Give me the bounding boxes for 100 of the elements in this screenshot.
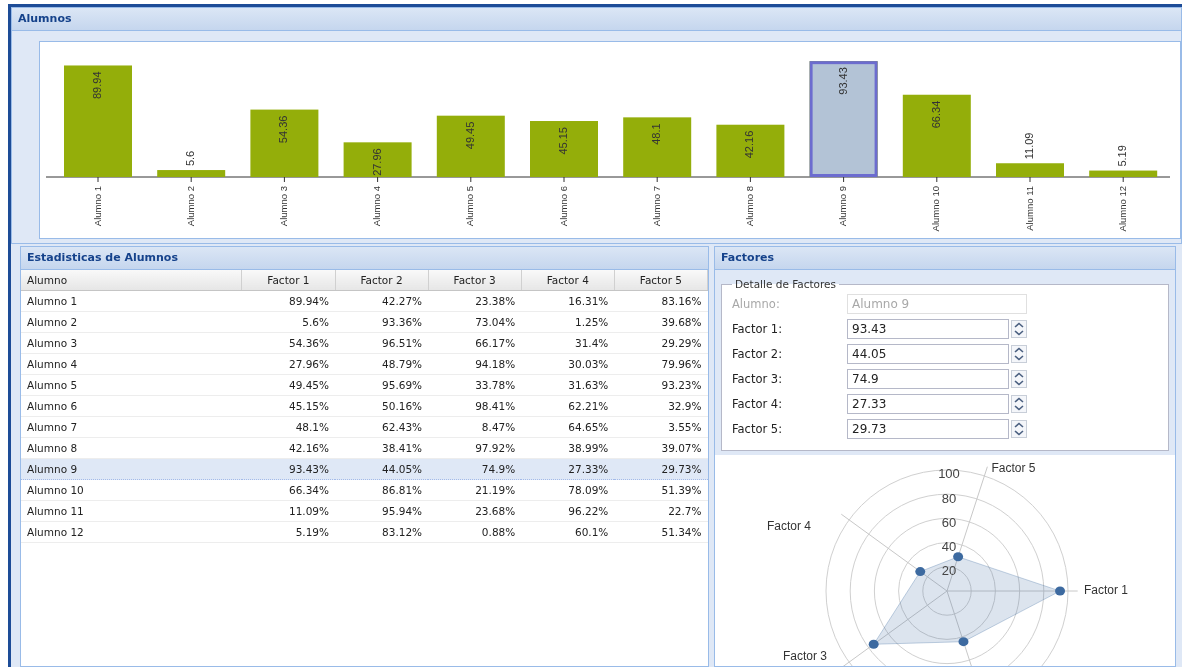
axis-label: Alumno 9	[837, 186, 849, 227]
table-row[interactable]: Alumno 9 93.43% 44.05% 74.9% 27.33% 29.73%	[21, 458, 708, 480]
field-label: Alumno:	[732, 297, 781, 311]
value-label: 42.16	[743, 130, 756, 159]
value-label: 66.34	[929, 100, 942, 129]
value-label: 89.94	[90, 71, 103, 99]
column-header[interactable]: Factor 2	[335, 270, 429, 291]
table-cell: 54.36%	[241, 332, 335, 354]
table-cell: 64.65%	[521, 416, 615, 438]
value-label: 5.19	[1116, 145, 1129, 167]
table-cell: 33.78%	[428, 374, 522, 396]
bar	[1089, 170, 1158, 177]
bar	[623, 117, 692, 177]
table-cell: 98.41%	[428, 395, 522, 417]
axis-label: Alumno 8	[743, 186, 755, 227]
table-cell: 29.29%	[614, 332, 708, 354]
column-header[interactable]: Factor 1	[241, 270, 335, 291]
input-field[interactable]: 93.43	[847, 319, 1009, 339]
table-row[interactable]: Alumno 5 49.45% 95.69% 33.78% 31.63% 93.23%	[21, 374, 708, 396]
table-cell: 8.47%	[428, 416, 522, 438]
table-row[interactable]: Alumno 1 89.94% 42.27% 23.38% 16.31% 83.16%	[21, 290, 708, 312]
table-row[interactable]: Alumno 3 54.36% 96.51% 66.17% 31.4% 29.29%	[21, 332, 708, 354]
axis-label: Alumno 3	[277, 186, 289, 227]
table-cell: 60.1%	[521, 521, 615, 543]
axis-label: Alumno 2	[184, 186, 196, 227]
axis-label: Alumno 1	[91, 186, 103, 227]
table-cell: 38.41%	[335, 437, 429, 459]
spinner-icon[interactable]	[1011, 395, 1027, 413]
column-header[interactable]: Factor 5	[614, 270, 708, 291]
input-field[interactable]: 29.73	[847, 419, 1009, 439]
table-cell: 3.55%	[614, 416, 708, 438]
table-row[interactable]: Alumno 11 11.09% 95.94% 23.68% 96.22% 22.7%	[21, 500, 708, 522]
table-cell: 89.94%	[241, 290, 335, 312]
table-cell: 83.12%	[335, 521, 429, 543]
value-label: 54.36	[277, 115, 290, 144]
table-cell: Alumno 8	[21, 437, 242, 459]
value-label: 5.6	[184, 150, 197, 167]
table-cell: 83.16%	[614, 290, 708, 312]
tick-mark	[843, 176, 845, 183]
table-row[interactable]: Alumno 12 5.19% 83.12% 0.88% 60.1% 51.34%	[21, 521, 708, 543]
table-cell: 32.9%	[614, 395, 708, 417]
ring-label: 60	[941, 514, 957, 530]
table-cell: Alumno 10	[21, 479, 242, 501]
bar	[157, 170, 226, 177]
table-row[interactable]: Alumno 10 66.34% 86.81% 21.19% 78.09% 51.39%	[21, 479, 708, 501]
table-cell: 66.17%	[428, 332, 522, 354]
table-cell: Alumno 3	[21, 332, 242, 354]
input-field: Alumno 9	[847, 294, 1027, 314]
table-cell: 0.88%	[428, 521, 522, 543]
table-cell: 38.99%	[521, 437, 615, 459]
value-label: 45.15	[556, 127, 569, 155]
table-cell: 95.94%	[335, 500, 429, 522]
table-cell: 73.04%	[428, 311, 522, 333]
table-cell: 86.81%	[335, 479, 429, 501]
value-label: 48.1	[650, 123, 663, 145]
spinner-icon[interactable]	[1011, 420, 1027, 438]
axis-label: Alumno 11	[1023, 186, 1035, 231]
table-cell: 97.92%	[428, 437, 522, 459]
input-field[interactable]: 74.9	[847, 369, 1009, 389]
spinner-icon[interactable]	[1011, 370, 1027, 388]
ring-label: 40	[941, 539, 957, 555]
table-cell: 5.6%	[241, 311, 335, 333]
table-row[interactable]: Alumno 7 48.1% 62.43% 8.47% 64.65% 3.55%	[21, 416, 708, 438]
field-label: Factor 3:	[732, 372, 784, 386]
axis-label: Factor 4	[767, 519, 811, 534]
table-cell: 50.16%	[335, 395, 429, 417]
column-header[interactable]: Factor 3	[428, 270, 522, 291]
table-row[interactable]: Alumno 8 42.16% 38.41% 97.92% 38.99% 39.07%	[21, 437, 708, 459]
table-cell: 42.16%	[241, 437, 335, 459]
column-header[interactable]: Alumno	[21, 270, 242, 291]
spinner-icon[interactable]	[1011, 345, 1027, 363]
axis-label: Alumno 6	[557, 186, 569, 227]
table-cell: Alumno 6	[21, 395, 242, 417]
spinner-icon[interactable]	[1011, 320, 1027, 338]
input-field[interactable]: 44.05	[847, 344, 1009, 364]
value-label: 11.09	[1022, 132, 1035, 160]
bar	[530, 121, 598, 177]
table-cell: 42.27%	[335, 290, 429, 312]
tick-mark	[283, 176, 285, 183]
table-cell: 44.05%	[335, 458, 429, 480]
table-row[interactable]: Alumno 4 27.96% 48.79% 94.18% 30.03% 79.96%	[21, 353, 708, 375]
table-row[interactable]: Alumno 2 5.6% 93.36% 73.04% 1.25% 39.68%	[21, 311, 708, 333]
column-header[interactable]: Factor 4	[521, 270, 615, 291]
table-cell: 16.31%	[521, 290, 615, 312]
table-cell: Alumno 5	[21, 374, 242, 396]
table-cell: 11.09%	[241, 500, 335, 522]
table-cell: 45.15%	[241, 395, 335, 417]
axis-label: Alumno 10	[930, 186, 942, 232]
field-label: Factor 1:	[732, 322, 784, 336]
panel-title: Alumnos	[12, 8, 1181, 31]
table-cell: 21.19%	[428, 479, 522, 501]
axis-label: Factor 1	[1084, 583, 1128, 598]
axis-label: Alumno 12	[1116, 186, 1128, 232]
table-cell: Alumno 4	[21, 353, 242, 375]
table-row[interactable]: Alumno 6 45.15% 50.16% 98.41% 62.21% 32.9%	[21, 395, 708, 417]
table-cell: 39.68%	[614, 311, 708, 333]
table-cell: 94.18%	[428, 353, 522, 375]
input-field[interactable]: 27.33	[847, 394, 1009, 414]
field-label: Factor 5:	[732, 422, 784, 436]
tick-mark	[190, 176, 192, 183]
